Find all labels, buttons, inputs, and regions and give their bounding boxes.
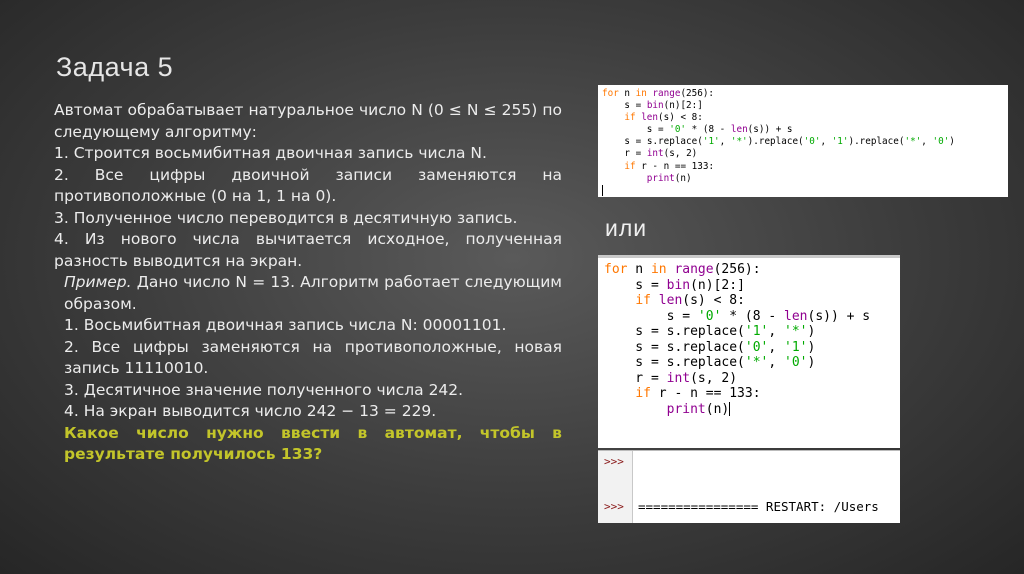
task-paragraph: 4. Из нового числа вычитается исходное, …	[54, 230, 562, 270]
code-line: s = '0' * (8 - len(s)) + s	[604, 308, 871, 324]
example-label: Пример.	[64, 273, 132, 291]
code-editor-oneliner[interactable]: for n in range(256): s = bin(n)[2:] if l…	[598, 85, 1008, 197]
task-text: Автомат обрабатывает натуральное число N…	[54, 100, 562, 466]
code-line: s = s.replace('*', '0')	[604, 355, 816, 370]
code-line: s = bin(n)[2:]	[604, 277, 745, 293]
text-cursor	[729, 402, 731, 416]
task-question: Какое число нужно ввести в автомат, чтоб…	[64, 423, 562, 464]
code-editor-multiline[interactable]: for n in range(256): s = bin(n)[2:] if l…	[598, 255, 900, 448]
text-cursor	[602, 184, 603, 196]
code-line: r = int(s, 2)	[604, 370, 738, 386]
shell-output: ================ RESTART: /Users 61	[638, 469, 879, 523]
example-paragraph: Пример. Дано число N = 13. Алгоритм рабо…	[54, 272, 562, 315]
or-label: или	[605, 215, 648, 241]
python-shell[interactable]: >>> >>> ================ RESTART: /Users…	[598, 450, 900, 523]
code-line: s = s.replace('1', '*')	[604, 324, 816, 339]
slide-title: Задача 5	[56, 52, 174, 82]
task-paragraph: 1. Строится восьмибитная двоичная запись…	[54, 144, 487, 162]
code-line: r = int(s, 2)	[624, 148, 698, 160]
code-line: s = s.replace('1', '*').replace('0', '1'…	[624, 136, 955, 148]
example-text: Дано число N = 13. Алгоритм работает сле…	[64, 273, 562, 313]
task-paragraph: Автомат обрабатывает натуральное число N…	[54, 101, 562, 141]
code-line: for n in range(256):	[602, 88, 715, 99]
shell-gutter: >>> >>>	[598, 451, 633, 523]
example-step: 3. Десятичное значение полученного числа…	[64, 380, 464, 399]
code-line: s = s.replace('0', '1')	[604, 339, 816, 355]
code-line	[602, 184, 1008, 197]
example-step: 4. На экран выводится число 242 − 13 = 2…	[64, 402, 437, 420]
example-step: 2. Все цифры заменяются на противоположн…	[64, 337, 562, 378]
code-line: print(n)	[666, 401, 731, 417]
code-line: s = bin(n)[2:]	[624, 100, 703, 112]
code-line: if len(s) < 8:	[624, 112, 703, 124]
code-line: print(n)	[646, 172, 692, 184]
code-line: if r - n == 133:	[624, 160, 715, 172]
example-step: 1. Восьмибитная двоичная запись числа N:…	[64, 316, 507, 334]
code-line: if r - n == 133:	[635, 386, 761, 401]
code-line: s = '0' * (8 - len(s)) + s	[646, 124, 793, 136]
task-paragraph: 2. Все цифры двоичной записи заменяются …	[54, 165, 562, 206]
shell-prompt: >>>	[604, 455, 624, 468]
task-paragraph: 3. Полученное число переводится в десяти…	[54, 208, 518, 227]
restart-line: ================ RESTART: /Users	[638, 499, 879, 514]
shell-prompt: >>>	[604, 500, 624, 513]
code-line: for n in range(256):	[604, 262, 761, 277]
code-line: if len(s) < 8:	[635, 293, 745, 308]
